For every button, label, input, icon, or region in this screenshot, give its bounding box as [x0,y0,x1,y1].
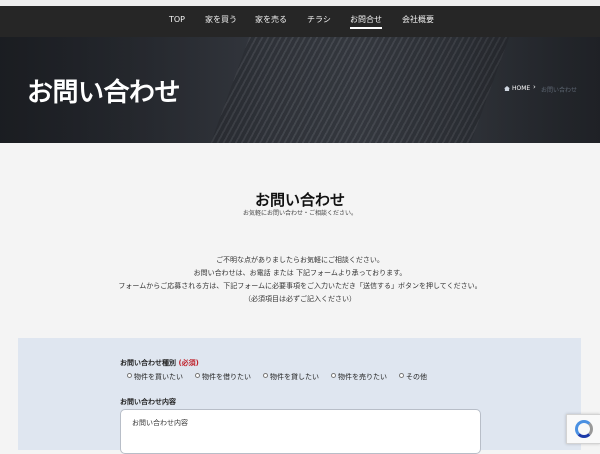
top-navigation-bar: TOP 家を買う 家を売る チラシ お問合せ 会社概要 [0,0,600,37]
nav-item-company[interactable]: 会社概要 [402,13,434,27]
radio-option-buy[interactable]: 物件を買いたい [127,372,183,382]
nav-item-buy[interactable]: 家を買う [205,13,237,27]
radio-option-lease[interactable]: 物件を貸したい [263,372,319,382]
recaptcha-badge[interactable] [566,414,600,444]
main-nav: TOP 家を買う 家を売る チラシ お問合せ 会社概要 [0,13,600,31]
section-subtitle: お気軽にお問い合わせ・ご相談ください。 [242,210,357,217]
radio-option-rent[interactable]: 物件を借りたい [195,372,251,382]
radio-option-sell[interactable]: 物件を売りたい [331,372,387,382]
radio-label: その他 [406,373,427,381]
radio-button[interactable] [399,373,404,378]
radio-label: 物件を売りたい [338,373,387,381]
top-accent-line [0,0,600,6]
nav-item-top[interactable]: TOP [169,13,185,27]
radio-label: 物件を貸したい [270,373,319,381]
intro-line: （必須項目は必ずご記入ください） [244,295,356,303]
inquiry-type-label: お問い合わせ種別 (必須) [120,358,199,368]
recaptcha-icon [575,420,593,438]
radio-label: 物件を借りたい [202,373,251,381]
nav-item-contact[interactable]: お問合せ [350,13,382,29]
intro-line: ご不明な点がありましたらお気軽にご相談ください。 [216,256,384,264]
breadcrumb-home[interactable]: HOME [512,85,530,92]
section-title: お問い合わせ [254,191,345,209]
textarea-placeholder: お問い合わせ内容 [132,419,188,427]
radio-label: 物件を買いたい [134,373,183,381]
radio-button[interactable] [263,373,268,378]
inquiry-content-label: お問い合わせ内容 [120,398,176,406]
breadcrumb-separator: › [533,83,536,91]
nav-item-sell[interactable]: 家を売る [255,13,287,27]
radio-button[interactable] [331,373,336,378]
intro-line: フォームからご応募される方は、下記フォームに必要事項をご入力いただき「送信する」… [118,282,482,290]
required-mark: (必須) [178,359,199,367]
nav-item-flyer[interactable]: チラシ [307,13,331,27]
page-title: お問い合わせ [27,78,181,108]
radio-button[interactable] [195,373,200,378]
inquiry-type-label-text: お問い合わせ種別 [120,359,176,367]
hero-banner: お問い合わせ HOME › お問い合わせ [0,37,600,143]
inquiry-content-textarea[interactable]: お問い合わせ内容 [120,409,481,454]
radio-option-other[interactable]: その他 [399,372,427,382]
radio-button[interactable] [127,373,132,378]
breadcrumb-current: お問い合わせ [541,87,578,94]
intro-line: お問い合わせは、お電話 または 下記フォームより承っております。 [193,269,407,277]
intro-text: ご不明な点がありましたらお気軽にご相談ください。 お問い合わせは、お電話 または… [115,254,485,306]
